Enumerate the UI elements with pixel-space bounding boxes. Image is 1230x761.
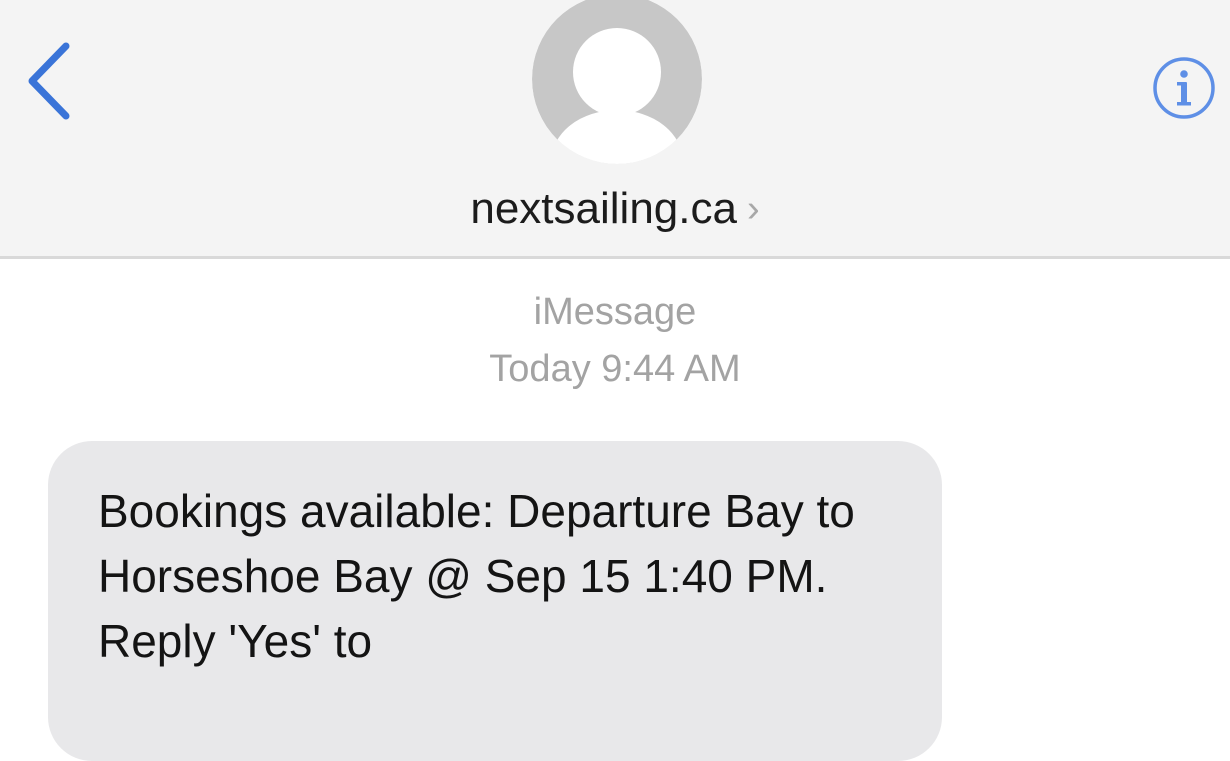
contact-avatar[interactable] xyxy=(532,0,702,164)
person-placeholder-icon xyxy=(532,0,702,164)
service-label: iMessage xyxy=(533,291,697,333)
message-timestamp: Today 9:44 AM xyxy=(489,348,741,390)
info-button[interactable] xyxy=(1152,56,1216,120)
incoming-message-bubble[interactable]: Bookings available: Departure Bay to Hor… xyxy=(48,441,942,761)
info-icon xyxy=(1153,57,1215,119)
back-button[interactable] xyxy=(22,38,82,124)
message-text: Bookings available: Departure Bay to Hor… xyxy=(98,485,855,667)
chevron-left-icon xyxy=(28,42,70,120)
contact-name: nextsailing.ca xyxy=(470,184,737,233)
contact-name-button[interactable]: nextsailing.ca › xyxy=(0,182,1230,236)
conversation-header: nextsailing.ca › xyxy=(0,0,1230,259)
disclosure-chevron-icon: › xyxy=(746,188,760,230)
